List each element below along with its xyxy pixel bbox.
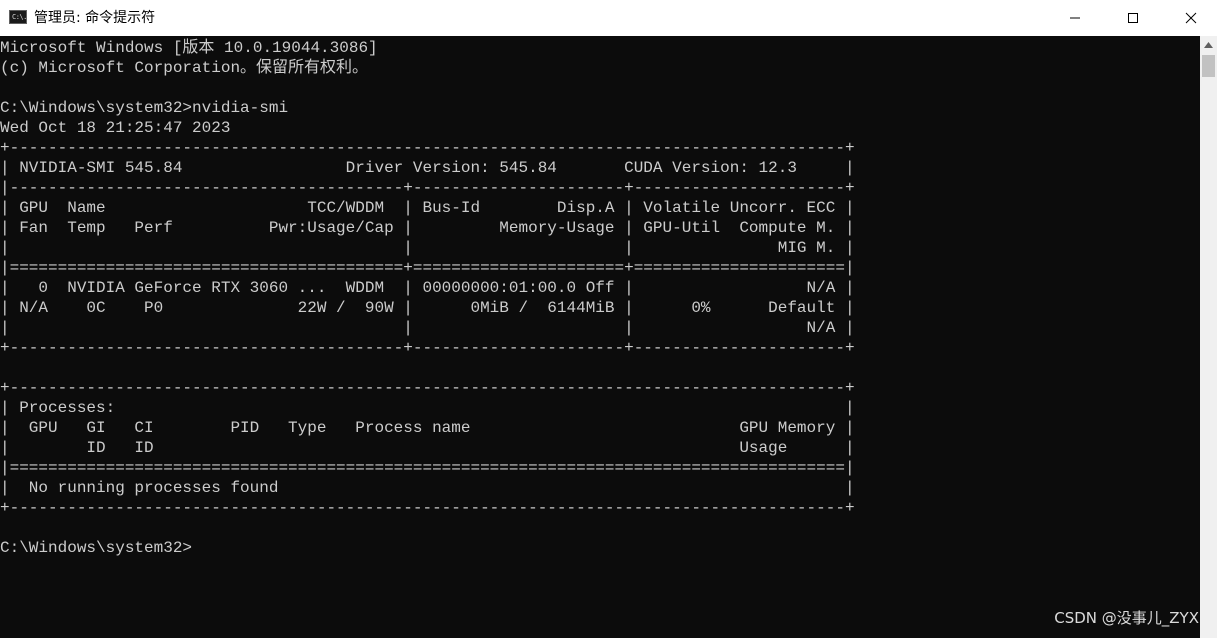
minimize-button[interactable] bbox=[1046, 0, 1104, 36]
console-line: | NVIDIA-SMI 545.84 Driver Version: 545.… bbox=[0, 159, 855, 177]
console-line: | ID ID Usage | bbox=[0, 439, 855, 457]
cmd-icon-glyph: C:\. bbox=[12, 13, 27, 21]
console-line: | | | N/A | bbox=[0, 319, 855, 337]
console-line: |---------------------------------------… bbox=[0, 179, 855, 197]
scroll-thumb[interactable] bbox=[1202, 55, 1215, 77]
console-line: +---------------------------------------… bbox=[0, 499, 855, 517]
console-output-area[interactable]: Microsoft Windows [版本 10.0.19044.3086] (… bbox=[0, 36, 1200, 638]
console-line: +---------------------------------------… bbox=[0, 379, 855, 397]
console-text: Microsoft Windows [版本 10.0.19044.3086] (… bbox=[0, 38, 855, 558]
window-title: 管理员: 命令提示符 bbox=[34, 10, 156, 26]
console-line: C:\Windows\system32>nvidia-smi bbox=[0, 99, 289, 117]
console-line: | No running processes found | bbox=[0, 479, 855, 497]
console-line: Wed Oct 18 21:25:47 2023 bbox=[0, 119, 231, 137]
console-line: C:\Windows\system32> bbox=[0, 539, 193, 557]
console-line: | N/A 0C P0 22W / 90W | 0MiB / 6144MiB |… bbox=[0, 299, 855, 317]
console-line: (c) Microsoft Corporation。保留所有权利。 bbox=[0, 59, 369, 77]
maximize-icon bbox=[1128, 13, 1138, 23]
scroll-up-button[interactable] bbox=[1200, 36, 1217, 53]
cmd-icon: C:\. bbox=[9, 10, 27, 24]
minimize-icon bbox=[1070, 17, 1080, 19]
console-line: | GPU Name TCC/WDDM | Bus-Id Disp.A | Vo… bbox=[0, 199, 855, 217]
console-line: | 0 NVIDIA GeForce RTX 3060 ... WDDM | 0… bbox=[0, 279, 855, 297]
console-line: | Processes: | bbox=[0, 399, 855, 417]
close-button[interactable] bbox=[1162, 0, 1217, 36]
console-line: | GPU GI CI PID Type Process name GPU Me… bbox=[0, 419, 855, 437]
scroll-up-arrow-icon bbox=[1204, 41, 1213, 48]
maximize-button[interactable] bbox=[1104, 0, 1162, 36]
console-line: |=======================================… bbox=[0, 259, 855, 277]
console-line: |=======================================… bbox=[0, 459, 855, 477]
console-line: Microsoft Windows [版本 10.0.19044.3086] bbox=[0, 39, 378, 57]
vertical-scrollbar[interactable] bbox=[1200, 36, 1217, 638]
close-icon bbox=[1185, 12, 1197, 24]
title-bar[interactable]: C:\. 管理员: 命令提示符 bbox=[0, 0, 1217, 37]
console-line: | | | MIG M. | bbox=[0, 239, 855, 257]
console-line: +---------------------------------------… bbox=[0, 139, 855, 157]
console-line: +---------------------------------------… bbox=[0, 339, 855, 357]
watermark: CSDN @没事儿_ZYX bbox=[1054, 609, 1199, 627]
console-line: | Fan Temp Perf Pwr:Usage/Cap | Memory-U… bbox=[0, 219, 855, 237]
